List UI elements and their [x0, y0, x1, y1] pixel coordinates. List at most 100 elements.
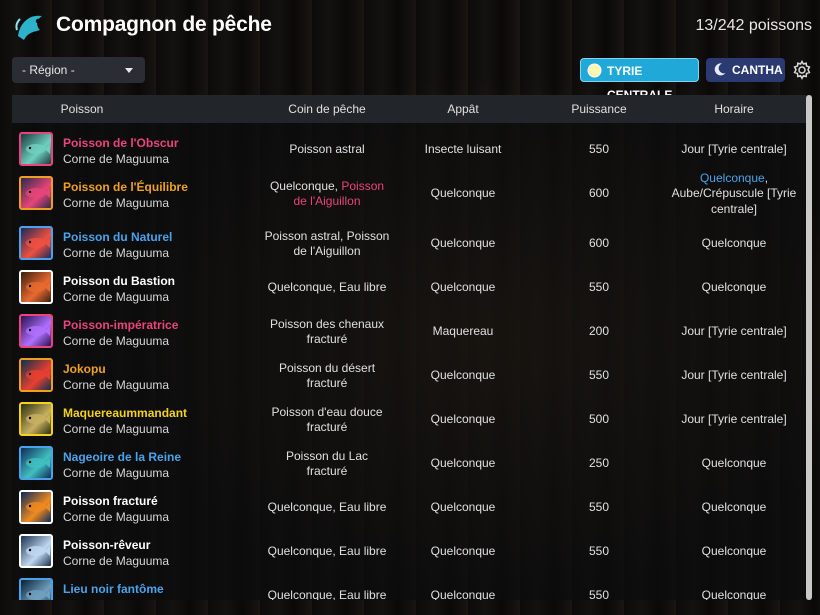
fish-icon	[26, 238, 50, 248]
fish-name[interactable]: Poisson fracturé	[63, 494, 158, 508]
chevron-down-icon	[125, 68, 133, 73]
fish-icon	[19, 578, 53, 600]
spot-text: Poisson des chenaux fracturé	[269, 316, 385, 347]
bait-cell: Quelconque	[397, 222, 529, 266]
fish-name[interactable]: Poisson du Bastion	[63, 274, 175, 288]
gear-icon[interactable]	[792, 60, 812, 80]
fish-icon	[26, 144, 50, 154]
power-cell: 550	[532, 266, 666, 310]
spot-text: Poisson du Lac fracturé	[285, 448, 369, 479]
region-select[interactable]: - Région -	[12, 57, 145, 83]
spot-cell: Poisson du Lac fracturé	[252, 442, 402, 486]
power-text: 500	[588, 412, 610, 427]
fish-name[interactable]: Poisson du Naturel	[63, 230, 172, 244]
table-row[interactable]: Maquereaummandant Corne de Maguuma Poisson…	[12, 398, 806, 442]
spot-cell: Poisson du désert fracturé	[252, 354, 402, 398]
bait-cell: Quelconque	[397, 398, 529, 442]
column-header-time[interactable]: Horaire	[664, 95, 804, 123]
bait-text: Quelconque	[430, 280, 496, 295]
spot-cell: Quelconque, Eau libre	[252, 530, 402, 574]
time-cell: Quelconque	[664, 442, 804, 486]
table-row[interactable]: Poisson du Naturel Corne de Maguuma Poisso…	[12, 222, 806, 266]
table-row[interactable]: Poisson-impératrice Corne de Maguuma Poiss…	[12, 310, 806, 354]
table-row[interactable]: Poisson du Bastion Corne de Maguuma Quelco…	[12, 266, 806, 310]
time-text: Jour [Tyrie centrale]	[681, 324, 787, 339]
fish-location: Corne de Maguuma	[63, 152, 170, 166]
spot-text: Poisson astral	[289, 142, 365, 157]
fish-icon	[19, 226, 53, 260]
fish-logo-icon	[15, 15, 42, 40]
fish-icon	[19, 176, 53, 210]
column-header-fish[interactable]: Poisson	[32, 95, 132, 123]
spot-text: Poisson du désert fracturé	[278, 360, 376, 391]
fish-name[interactable]: Poisson de l'Obscur	[63, 136, 179, 150]
time-text: Quelconque	[701, 280, 767, 295]
spot-text: Poisson astral, Poisson de l'Aiguillon	[264, 228, 390, 259]
fish-name[interactable]: Nageoire de la Reine	[63, 450, 181, 464]
spot-cell: Quelconque, Eau libre	[252, 486, 402, 530]
table-row[interactable]: Jokopu Corne de Maguuma Poisson du désert …	[12, 354, 806, 398]
spot-text: Poisson d'eau douce fracturé	[271, 404, 383, 435]
time-cell: Quelconque, Aube/Crépuscule [Tyrie centr…	[664, 171, 804, 216]
table-row[interactable]: Nageoire de la Reine Corne de Maguuma Pois…	[12, 442, 806, 486]
spot-cell: Poisson des chenaux fracturé	[252, 310, 402, 354]
power-cell: 550	[532, 530, 666, 574]
fish-icon	[26, 414, 50, 424]
fish-icon	[26, 188, 50, 198]
fish-name[interactable]: Poisson de l'Équilibre	[63, 180, 188, 194]
fish-icon	[19, 132, 53, 166]
cantha-toggle[interactable]: CANTHA	[706, 58, 785, 82]
fish-icon	[26, 502, 50, 512]
spot-cell: Poisson astral	[252, 128, 402, 172]
power-text: 200	[588, 324, 610, 339]
bait-text: Quelconque	[430, 412, 496, 427]
power-text: 550	[588, 280, 610, 295]
power-cell: 550	[532, 574, 666, 600]
table-row[interactable]: Lieu noir fantôme Corne de Maguuma Quelcon…	[12, 574, 806, 600]
spot-text: Quelconque, Eau libre	[267, 588, 387, 600]
fish-name[interactable]: Jokopu	[63, 362, 106, 376]
fish-name[interactable]: Poisson-rêveur	[63, 538, 150, 552]
fish-location: Corne de Maguuma	[63, 378, 170, 392]
table-row[interactable]: Poisson fracturé Corne de Maguuma Quelconq…	[12, 486, 806, 530]
tyrie-centrale-toggle[interactable]: TYRIE CENTRALE	[580, 58, 699, 102]
bait-text: Insecte luisant	[424, 142, 502, 157]
spot-cell: Quelconque, Poisson de l'Aiguillon	[252, 172, 402, 216]
table-row[interactable]: Poisson-rêveur Corne de Maguuma Quelconque…	[12, 530, 806, 574]
power-cell: 550	[532, 486, 666, 530]
bait-cell: Quelconque	[397, 266, 529, 310]
time-text: Quelconque	[701, 588, 767, 600]
time-cell: Quelconque	[664, 574, 804, 600]
spot-cell: Quelconque, Eau libre	[252, 266, 402, 310]
bait-cell: Insecte luisant	[397, 128, 529, 172]
scrollbar-thumb[interactable]	[806, 95, 812, 600]
time-link[interactable]: Quelconque	[700, 171, 765, 185]
bait-text: Quelconque	[430, 186, 496, 201]
bait-cell: Quelconque	[397, 530, 529, 574]
fish-icon	[26, 458, 50, 468]
time-cell: Jour [Tyrie centrale]	[664, 310, 804, 354]
power-cell: 600	[532, 172, 666, 216]
time-text: Quelconque	[701, 236, 767, 251]
fish-name[interactable]: Maquereaummandant	[63, 406, 187, 420]
spot-text: Quelconque, Eau libre	[267, 280, 387, 295]
bait-text: Quelconque	[430, 500, 496, 515]
bait-text: Quelconque	[430, 236, 496, 251]
column-header-spot[interactable]: Coin de pêche	[252, 95, 402, 123]
table-row[interactable]: Poisson de l'Équilibre Corne de Maguuma Qu…	[12, 171, 806, 216]
fish-icon	[19, 490, 53, 524]
fish-name[interactable]: Lieu noir fantôme	[63, 582, 164, 596]
region-select-value: - Région -	[22, 63, 75, 77]
fish-name[interactable]: Poisson-impératrice	[63, 318, 178, 332]
table-row[interactable]: Poisson de l'Obscur Corne de Maguuma Poiss…	[12, 128, 806, 172]
column-header-bait[interactable]: Appât	[397, 95, 529, 123]
time-text: Quelconque	[701, 456, 767, 471]
column-header-power[interactable]: Puissance	[532, 95, 666, 123]
fish-icon	[19, 314, 53, 348]
table-scrollbar[interactable]	[806, 95, 812, 600]
bait-cell: Quelconque	[397, 172, 529, 216]
app-header: Compagnon de pêche 13/242 poissons	[0, 0, 820, 52]
fish-icon	[26, 590, 50, 600]
fish-location: Corne de Maguuma	[63, 196, 170, 210]
fish-icon	[26, 546, 50, 556]
